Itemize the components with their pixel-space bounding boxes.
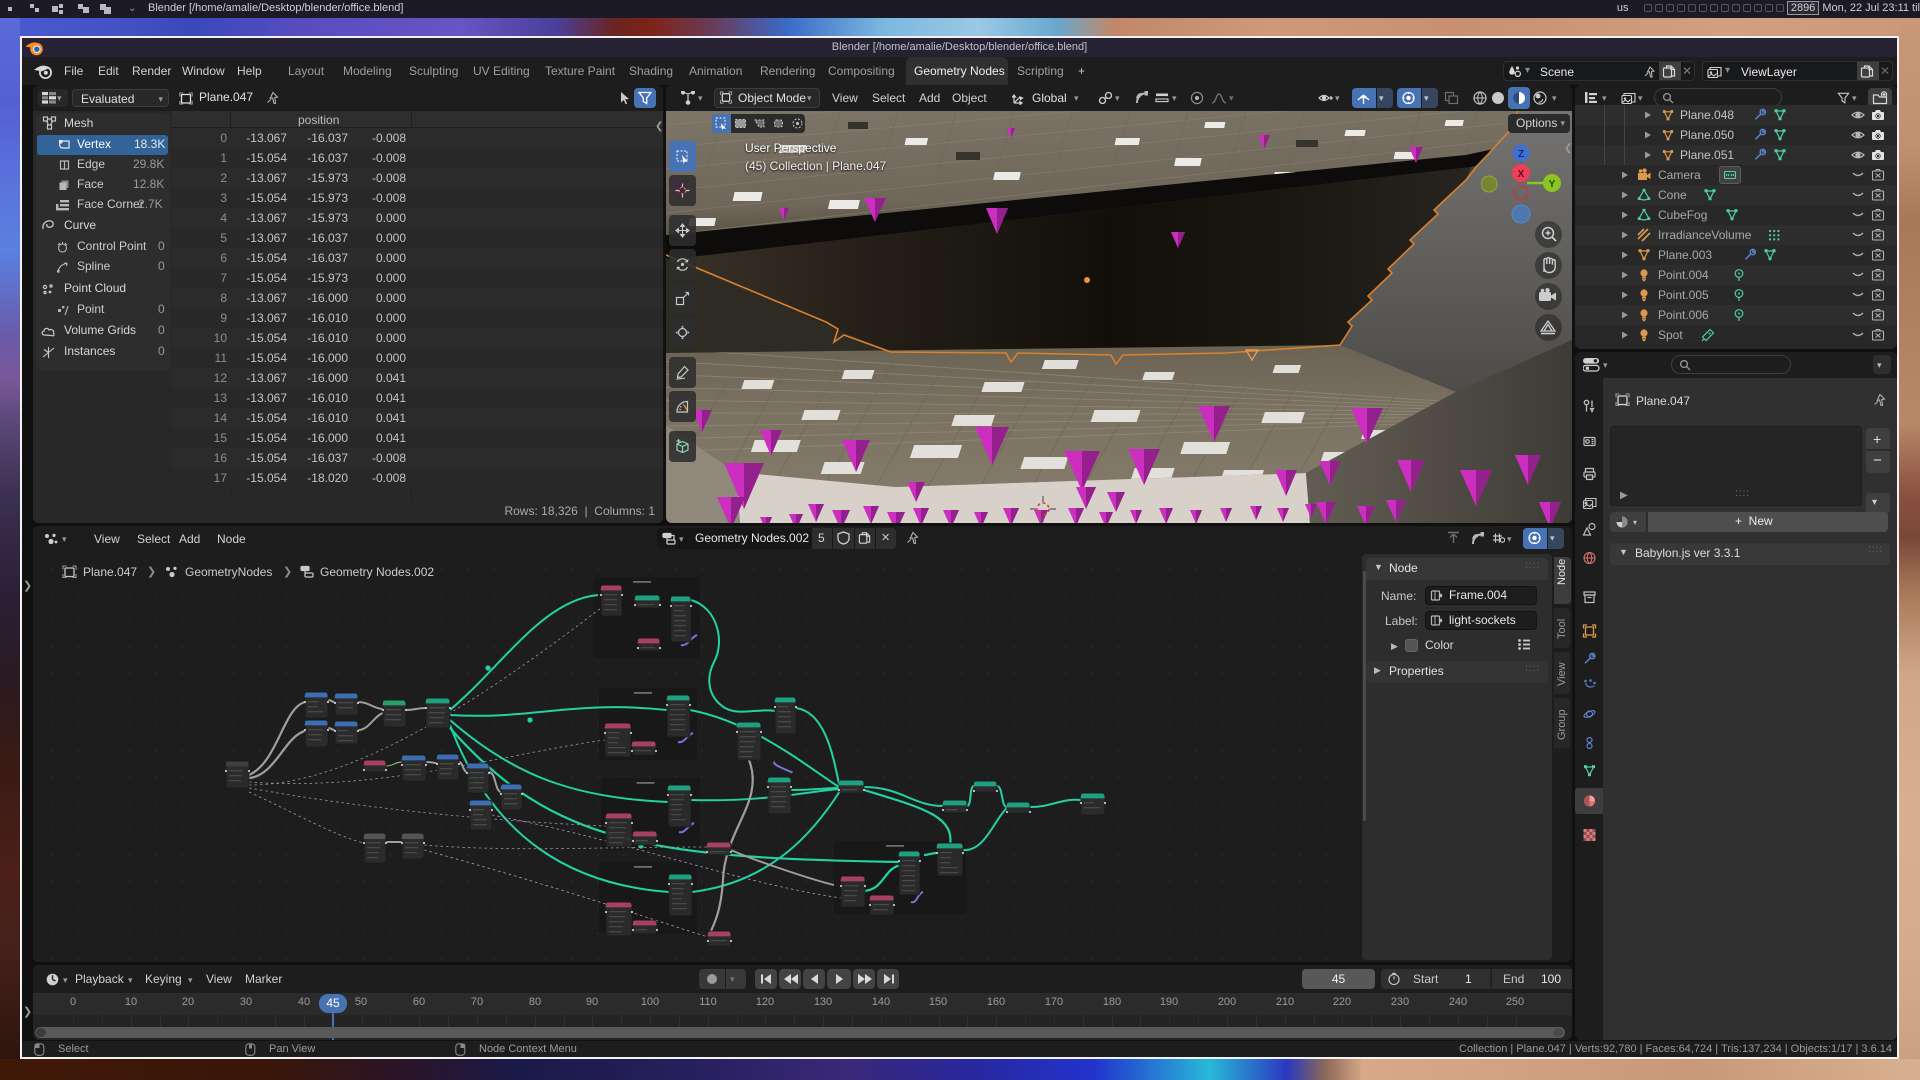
svg-text:Z: Z [1518,149,1524,160]
svg-text:X: X [1518,169,1525,180]
svg-text:Y: Y [1549,179,1556,190]
